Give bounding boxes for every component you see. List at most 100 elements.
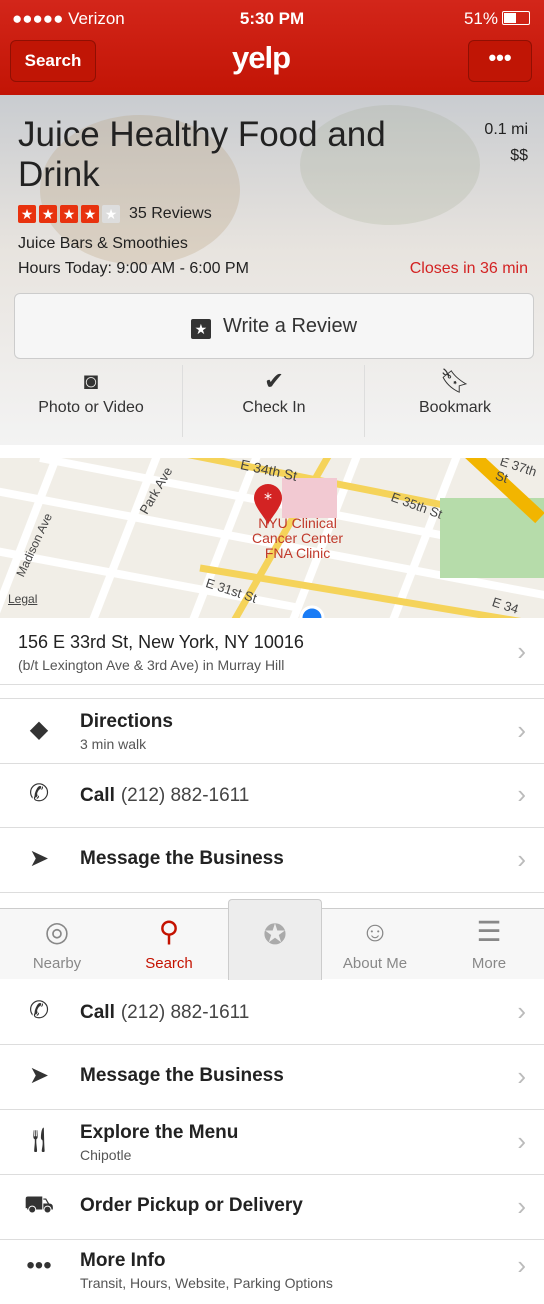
send-icon: ➤ [28, 1062, 50, 1089]
more-info-row[interactable]: ••• More Info Transit, Hours, Website, P… [0, 1240, 544, 1304]
chevron-right-icon: › [517, 844, 526, 874]
send-icon: ➤ [28, 845, 50, 872]
location-map[interactable]: * E 34th St Park Ave E 35th St Madison A… [0, 458, 544, 618]
distance: 0.1 mi [484, 121, 528, 138]
chevron-right-icon: › [517, 1250, 526, 1280]
tab-label: More [471, 955, 507, 972]
row-title: Message the Business [80, 1065, 284, 1086]
delivery-truck-icon: ⛟ [23, 1191, 55, 1218]
tab-search[interactable]: ⚲ Search [124, 909, 214, 979]
phone-icon: ✆ [28, 997, 50, 1024]
battery-status: 51% [464, 9, 530, 29]
star-box-icon: ★ [190, 319, 211, 339]
business-name: Juice Healthy Food and Drink [18, 115, 386, 194]
check-in-button[interactable]: ✔ Check In [182, 365, 365, 437]
yelp-logo: yelp [232, 40, 291, 75]
message-row[interactable]: ➤ Message the Business › [0, 1045, 544, 1110]
row-title: Explore the Menu [80, 1122, 239, 1143]
back-search-button[interactable]: Search [10, 40, 96, 82]
status-bar: ●●●●● Verizon 5:30 PM 51% [0, 0, 544, 38]
action-label: Photo or Video [38, 399, 144, 416]
person-icon: ☺ [360, 916, 390, 947]
row-title: Message the Business [80, 848, 284, 869]
camera-icon: ◙ [83, 368, 99, 395]
row-title: Call (212) 882-1611 [80, 1002, 249, 1024]
check-badge-icon: ✔ [263, 368, 285, 395]
tab-label: Nearby [32, 955, 82, 972]
phone-number: (212) 882-1611 [120, 785, 250, 806]
chevron-right-icon: › [517, 1191, 526, 1221]
chevron-right-icon: › [517, 779, 526, 809]
action-label: Bookmark [418, 399, 492, 416]
map-legal-link[interactable]: Legal [8, 592, 37, 606]
hours-today: Hours Today: 9:00 AM - 6:00 PM [18, 260, 249, 277]
chevron-right-icon: › [517, 996, 526, 1026]
action-bar: ◙ Photo or Video ✔ Check In 🔖︎ Bookmark [0, 365, 544, 445]
tab-more[interactable]: ☰ More [444, 909, 534, 979]
call-row[interactable]: ✆ Call (212) 882-1611 › [0, 980, 544, 1045]
bookmark-icon: 🔖︎ [439, 368, 471, 395]
bookmark-button[interactable]: 🔖︎ Bookmark [364, 365, 544, 437]
call-label: Call [80, 785, 115, 806]
call-label: Call [80, 1002, 115, 1023]
row-subtitle: Chipotle [80, 1147, 132, 1163]
phone-number: (212) 882-1611 [120, 1002, 250, 1023]
star-icon: ★ [81, 205, 99, 223]
row-subtitle: 3 min walk [80, 736, 147, 752]
header-bar: ●●●●● Verizon 5:30 PM 51% Search yelp ••… [0, 0, 544, 95]
row-title: More Info [80, 1250, 166, 1271]
tab-check-in[interactable]: ✪ [228, 899, 322, 980]
place-line: FNA Clinic [264, 545, 331, 561]
directions-icon: ◆ [29, 716, 49, 743]
clock: 5:30 PM [239, 9, 305, 28]
search-icon: ⚲ [158, 916, 180, 947]
star-icon: ★ [18, 205, 36, 223]
directions-row[interactable]: ◆ Directions 3 min walk › [0, 698, 544, 764]
closing-status: Closes in 36 min [409, 260, 528, 277]
battery-icon [502, 11, 530, 25]
row-title: Order Pickup or Delivery [80, 1195, 303, 1216]
chevron-right-icon: › [517, 1126, 526, 1156]
photo-video-button[interactable]: ◙ Photo or Video [0, 365, 182, 437]
distance-price: 0.1 mi $$ [484, 117, 528, 169]
address-line2: (b/t Lexington Ave & 3rd Ave) in Murray … [18, 657, 285, 673]
more-dots-icon: ••• [26, 1252, 52, 1279]
star-empty-icon: ★ [102, 205, 120, 223]
message-row[interactable]: ➤ Message the Business › [0, 828, 544, 893]
row-subtitle: Transit, Hours, Website, Parking Options [80, 1275, 333, 1291]
menu-icon: ☰ [476, 916, 502, 947]
order-row[interactable]: ⛟ Order Pickup or Delivery › [0, 1175, 544, 1240]
chevron-right-icon: › [517, 1061, 526, 1091]
phone-icon: ✆ [28, 780, 50, 807]
address-line1: 156 E 33rd St, New York, NY 10016 [18, 632, 304, 652]
tab-label: Search [145, 955, 193, 972]
svg-text:*: * [264, 489, 272, 508]
chevron-right-icon: › [517, 715, 526, 745]
rating[interactable]: ★ ★ ★ ★ ★ 35 Reviews [18, 205, 212, 223]
write-review-label: Write a Review [222, 315, 358, 337]
check-in-star-icon: ✪ [263, 919, 287, 950]
more-options-button[interactable]: ••• [468, 40, 532, 82]
row-title: Call (212) 882-1611 [80, 785, 249, 807]
menu-row[interactable]: 🍴︎ Explore the Menu Chipotle › [0, 1110, 544, 1175]
place-line: NYU Clinical [258, 515, 337, 531]
tab-nearby[interactable]: ◎ Nearby [12, 909, 102, 979]
compass-icon: ◎ [44, 916, 70, 947]
chevron-right-icon: › [517, 636, 526, 666]
star-icon: ★ [39, 205, 57, 223]
tab-bar: ◎ Nearby ⚲ Search ✪ ☺ About Me ☰ More [0, 899, 544, 980]
address-row[interactable]: 156 E 33rd St, New York, NY 10016 (b/t L… [0, 620, 544, 685]
star-icon: ★ [60, 205, 78, 223]
place-line: Cancer Center [252, 530, 344, 546]
battery-percent: 51% [463, 9, 498, 28]
action-label: Check In [242, 399, 306, 416]
tab-about-me[interactable]: ☺ About Me [330, 909, 420, 979]
review-count: 35 Reviews [129, 205, 212, 222]
write-review-button[interactable]: ★ Write a Review [14, 293, 534, 359]
call-row[interactable]: ✆ Call (212) 882-1611 › [0, 763, 544, 828]
menu-fork-icon: 🍴︎ [23, 1127, 55, 1154]
map-place-label: NYU Clinical Cancer Center FNA Clinic [252, 516, 343, 561]
business-category[interactable]: Juice Bars & Smoothies [18, 235, 188, 253]
row-title: Directions [80, 711, 173, 732]
price-level: $$ [510, 147, 528, 164]
